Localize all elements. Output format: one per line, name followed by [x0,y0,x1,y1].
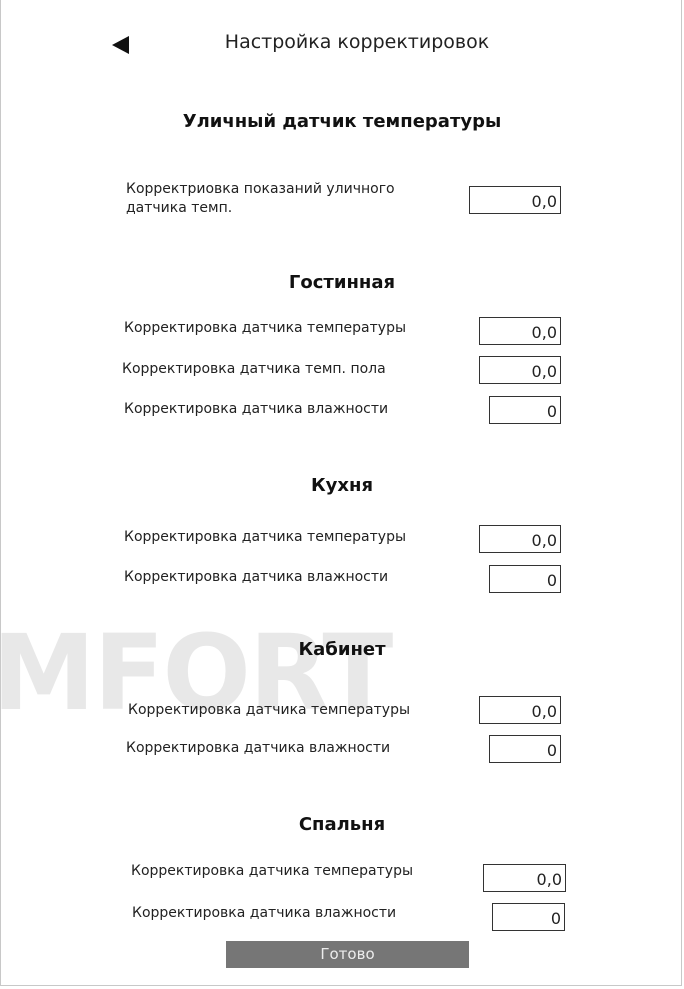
outdoor-correction-input[interactable]: 0,0 [469,186,561,214]
section-title-living-room: Гостинная [288,272,396,293]
section-title-bedroom: Спальня [298,814,386,835]
living-humidity-label: Корректировка датчика влажности [124,401,389,417]
living-floor-temp-input[interactable]: 0,0 [479,356,561,384]
page-title: Настройка корректировок [224,31,490,53]
living-humidity-input[interactable]: 0 [489,396,561,424]
bedroom-temp-input[interactable]: 0,0 [483,864,566,892]
kitchen-temp-label: Корректировка датчика температуры [124,529,407,545]
section-title-outdoor: Уличный датчик температуры [182,111,502,132]
outdoor-correction-label-line1: Корректриовка показаний уличного [126,181,395,197]
bedroom-humidity-input[interactable]: 0 [492,903,565,931]
bedroom-humidity-label: Корректировка датчика влажности [132,905,397,921]
section-title-office: Кабинет [298,639,386,660]
office-temp-label: Корректировка датчика температуры [128,702,411,718]
kitchen-humidity-input[interactable]: 0 [489,565,561,593]
section-title-kitchen: Кухня [310,475,374,496]
living-floor-temp-label: Корректировка датчика темп. пола [122,361,386,377]
bedroom-temp-label: Корректировка датчика температуры [131,863,414,879]
office-humidity-input[interactable]: 0 [489,735,561,763]
living-temp-label: Корректировка датчика температуры [124,320,407,336]
kitchen-humidity-label: Корректировка датчика влажности [124,569,389,585]
office-humidity-label: Корректировка датчика влажности [126,740,391,756]
office-temp-input[interactable]: 0,0 [479,696,561,724]
living-temp-input[interactable]: 0,0 [479,317,561,345]
kitchen-temp-input[interactable]: 0,0 [479,525,561,553]
outdoor-correction-label: Корректриовка показаний уличного датчика… [126,180,395,218]
outdoor-correction-label-line2: датчика темп. [126,200,233,216]
done-button[interactable]: Готово [226,941,469,968]
